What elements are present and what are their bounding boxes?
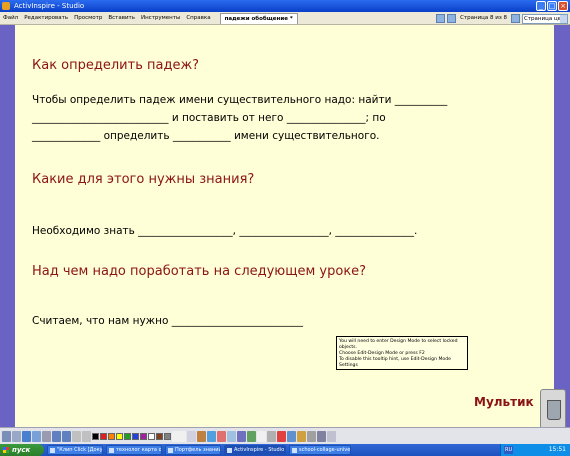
start-label: пуск — [12, 446, 31, 454]
notes-icon[interactable] — [42, 430, 51, 442]
start-button[interactable]: пуск — [0, 444, 44, 456]
minimize-icon[interactable]: _ — [536, 1, 546, 11]
menu-tools[interactable]: Инструменты — [138, 12, 183, 25]
menu-bar: Файл Редактировать Просмотр Вставить Инс… — [0, 12, 570, 25]
tooltip-line-3: To disable this tooltip hint, use Edit-D… — [339, 357, 451, 368]
connector-icon[interactable] — [237, 430, 246, 442]
window-title: ActivInspire - Studio — [14, 2, 85, 10]
camera-icon[interactable] — [277, 430, 286, 442]
color-orange[interactable] — [108, 432, 115, 440]
menu-help[interactable]: Справка — [183, 12, 213, 25]
fill-icon[interactable] — [247, 430, 256, 442]
fit-page-icon[interactable] — [511, 14, 520, 23]
taskbar-button-5[interactable]: school-collage-univer... — [289, 445, 351, 455]
menu-view[interactable]: Просмотр — [71, 12, 105, 25]
color-brown[interactable] — [156, 432, 163, 440]
menu-insert[interactable]: Вставить — [105, 12, 138, 25]
color-green[interactable] — [124, 432, 131, 440]
close-icon[interactable]: × — [558, 1, 568, 11]
pen-width-icon[interactable] — [172, 430, 186, 442]
menu-icon[interactable] — [2, 430, 11, 442]
more-tools-icon[interactable] — [317, 430, 326, 442]
taskbar-button-3[interactable]: Портфель знаний.d... — [165, 445, 221, 455]
tooltip-line-1: You will need to enter Design Mode to se… — [339, 339, 458, 350]
eraser-icon[interactable] — [217, 430, 226, 442]
menu-edit[interactable]: Редактировать — [21, 12, 71, 25]
redo-icon[interactable] — [82, 430, 91, 442]
paragraph-line-3: _____________ определить ___________ име… — [32, 130, 380, 142]
color-blue[interactable] — [132, 432, 139, 440]
shape-icon[interactable] — [227, 430, 236, 442]
clear-icon[interactable] — [267, 430, 276, 442]
next-page-icon[interactable] — [62, 430, 71, 442]
paragraph-line-1: Чтобы определить падеж имени существител… — [32, 94, 448, 106]
taskbar-button-4[interactable]: ActivInspire - Studio — [224, 445, 286, 455]
text-icon[interactable] — [257, 430, 266, 442]
color-black[interactable] — [92, 432, 99, 440]
document-tab[interactable]: падежи обобщение * — [219, 12, 298, 24]
page-counter: Страница 8 из 8 — [460, 15, 507, 21]
browser-icon[interactable] — [12, 430, 21, 442]
trash-icon[interactable] — [540, 389, 566, 429]
paragraph-next-lesson: Считаем, что нам нужно _________________… — [32, 315, 304, 327]
page-browser-icon[interactable] — [22, 430, 31, 442]
heading-how-to-determine: Как определить падеж? — [32, 58, 200, 73]
resource-icon[interactable] — [32, 430, 41, 442]
menu-file[interactable]: Файл — [0, 12, 21, 25]
color-purple[interactable] — [140, 432, 147, 440]
reveal-icon[interactable] — [287, 430, 296, 442]
color-yellow[interactable] — [116, 432, 123, 440]
window-app-icon — [2, 2, 10, 10]
cartoon-link[interactable]: Мультик — [474, 395, 534, 409]
taskbar-button-1[interactable]: "Клип Click [Докум... — [47, 445, 103, 455]
prev-page-icon[interactable] — [52, 430, 61, 442]
color-gray[interactable] — [164, 432, 171, 440]
heading-next-lesson: Над чем надо поработать на следующем уро… — [32, 264, 367, 279]
highlighter-icon[interactable] — [207, 430, 216, 442]
undo-icon[interactable] — [72, 430, 81, 442]
color-red[interactable] — [100, 432, 107, 440]
taskbar: пуск "Клип Click [Докум... технолог карт… — [0, 444, 570, 456]
pen-icon[interactable] — [197, 430, 206, 442]
heading-knowledge: Какие для этого нужны знания? — [32, 172, 255, 187]
title-bar: ActivInspire - Studio _ □ × — [0, 0, 570, 12]
taskbar-button-2[interactable]: технолог карта отс... — [106, 445, 162, 455]
spotlight-icon[interactable] — [297, 430, 306, 442]
select-arrow-icon[interactable] — [187, 430, 196, 442]
window-controls: _ □ × — [536, 1, 568, 11]
language-indicator[interactable]: RU — [504, 446, 514, 454]
design-mode-tooltip: You will need to enter Design Mode to se… — [336, 336, 468, 370]
maximize-icon[interactable]: □ — [547, 1, 557, 11]
paragraph-knowledge: Необходимо знать __________________, ___… — [32, 225, 418, 237]
color-white[interactable] — [148, 432, 155, 440]
system-tray: RU 15:51 — [500, 444, 570, 456]
page-controls: Страница 8 из 8 Страница целиком — [436, 13, 568, 24]
lock-icon[interactable] — [307, 430, 316, 442]
flipchart-page[interactable]: Как определить падеж? Чтобы определить п… — [15, 25, 554, 427]
paragraph-line-2: __________________________ и поставить о… — [32, 112, 386, 124]
main-toolbar — [0, 427, 570, 444]
page-width-select[interactable]: Страница целиком — [522, 13, 568, 24]
clock: 15:51 — [548, 446, 566, 453]
toolbox-icon[interactable] — [327, 430, 336, 442]
page-prev-icon[interactable] — [436, 14, 446, 23]
page-next-icon[interactable] — [447, 14, 457, 23]
